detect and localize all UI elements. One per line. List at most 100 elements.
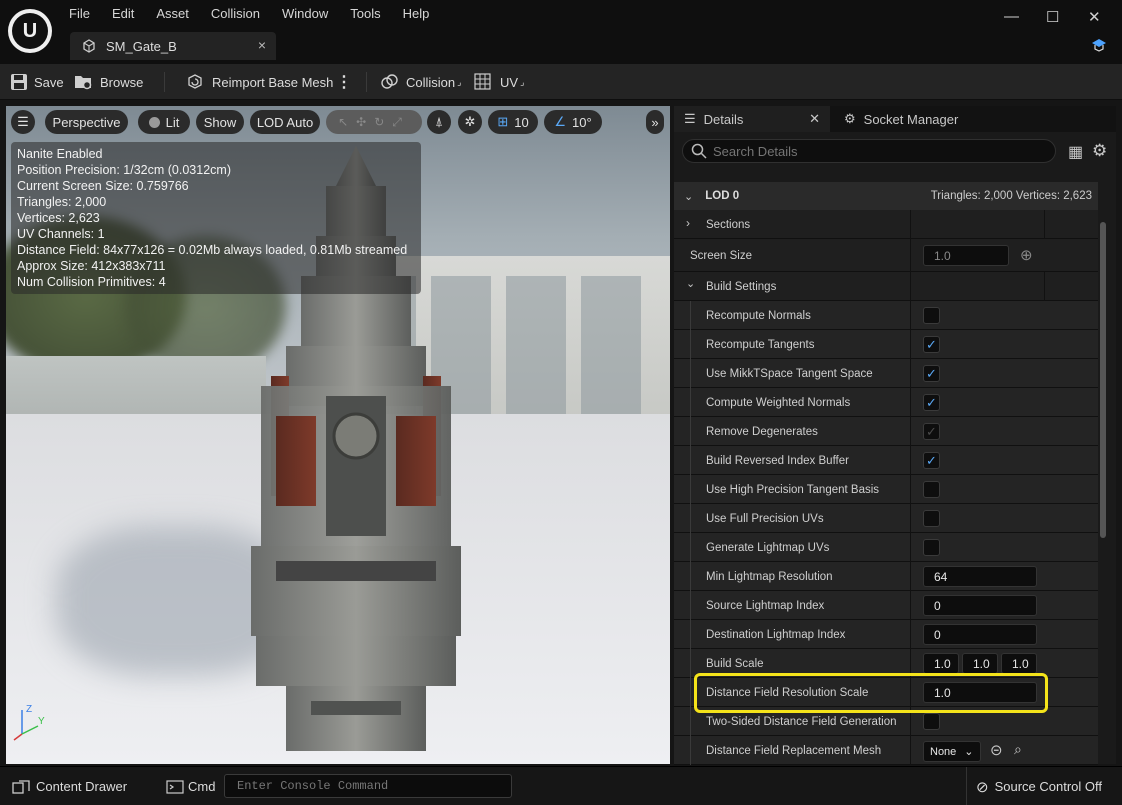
save-button[interactable]: Save — [10, 64, 64, 100]
build-flag-checkbox[interactable]: ✓ — [923, 423, 940, 440]
df-replacement-mesh-dropdown[interactable]: None ⌄ — [923, 741, 981, 762]
chevron-down-icon: ⌄ — [686, 278, 696, 290]
menu-edit[interactable]: Edit — [101, 6, 145, 21]
destination-lightmap-field[interactable]: 0 — [923, 624, 1037, 645]
build-flag-row: Use MikkTSpace Tangent Space ✓ — [674, 359, 1098, 388]
rotation-snap-button[interactable]: ∠ 10° — [544, 110, 602, 134]
reimport-label: Reimport Base Mesh — [212, 74, 334, 90]
mesh-stats-overlay: Nanite Enabled Position Precision: 1/32c… — [11, 142, 421, 294]
socket-icon: ⚙ — [844, 111, 856, 126]
maximize-button[interactable]: ☐ — [1046, 8, 1059, 26]
browse-asset-search-icon[interactable]: ⌕ — [1014, 741, 1022, 758]
menu-help[interactable]: Help — [392, 6, 441, 21]
show-button[interactable]: Show — [196, 110, 244, 134]
build-settings-row[interactable]: ⌄ Build Settings — [674, 272, 1098, 301]
tab-details[interactable]: ☰ Details ✕ — [674, 106, 830, 132]
lod-title: LOD 0 — [705, 190, 740, 202]
stat-line: Approx Size: 412x383x711 — [17, 259, 166, 273]
menu-asset[interactable]: Asset — [145, 6, 200, 21]
source-control-button[interactable]: ⊘ Source Control Off — [976, 767, 1102, 805]
lod-header[interactable]: ⌄ LOD 0 Triangles: 2,000 Vertices: 2,623 — [674, 182, 1098, 210]
collision-button[interactable]: Collision ⌟ — [380, 64, 461, 100]
build-scale-label: Build Scale — [706, 657, 764, 670]
df-resolution-scale-label: Distance Field Resolution Scale — [706, 686, 869, 699]
stat-line: Nanite Enabled — [17, 147, 103, 161]
screen-size-field[interactable]: 1.0 — [923, 245, 1009, 266]
cmd-button[interactable]: Cmd — [166, 767, 215, 805]
build-scale-x-field[interactable]: 1.0 — [923, 653, 959, 674]
df-resolution-scale-row: Distance Field Resolution Scale 1.0 — [674, 678, 1098, 707]
min-lightmap-field[interactable]: 64 — [923, 566, 1037, 587]
content-drawer-icon — [12, 779, 30, 794]
build-flag-row: Recompute Tangents ✓ — [674, 330, 1098, 359]
asset-tab[interactable]: SM_Gate_B × — [70, 32, 276, 60]
build-flag-checkbox[interactable]: ✓ — [923, 452, 940, 469]
mesh-viewport[interactable]: ☰ Perspective Lit Show LOD Auto ↖✣↻⤢ ⍋ ✲… — [6, 106, 670, 764]
build-flag-checkbox[interactable]: ✓ — [923, 365, 940, 382]
perspective-button[interactable]: Perspective — [45, 110, 128, 134]
grid-snap-button[interactable]: ⊞ 10 — [488, 110, 538, 134]
content-drawer-button[interactable]: Content Drawer — [12, 767, 127, 805]
search-input[interactable] — [713, 143, 1033, 159]
viewport-menu-button[interactable]: ☰ — [11, 110, 35, 134]
build-scale-z-field[interactable]: 1.0 — [1001, 653, 1037, 674]
transform-tools-group: ↖✣↻⤢ — [326, 110, 422, 134]
uv-button[interactable]: UV ⌟ — [474, 64, 524, 100]
use-selected-asset-icon[interactable]: ⊝ — [990, 741, 1003, 759]
source-lightmap-field[interactable]: 0 — [923, 595, 1037, 616]
source-lightmap-label: Source Lightmap Index — [706, 599, 825, 612]
surface-snap-icon: ⍋ — [435, 114, 443, 129]
details-scrollbar[interactable] — [1100, 222, 1106, 538]
reimport-button[interactable]: Reimport Base Mesh — [186, 64, 333, 100]
menu-file[interactable]: File — [58, 6, 101, 21]
editor-window: U File Edit Asset Collision Window Tools… — [0, 0, 1122, 805]
sections-row[interactable]: › Sections — [674, 210, 1098, 239]
table-view-icon[interactable]: ▦ — [1068, 142, 1083, 162]
world-local-button[interactable]: ✲ — [458, 110, 482, 134]
search-icon — [691, 143, 707, 159]
minimize-button[interactable]: — — [1004, 8, 1019, 25]
menu-tools[interactable]: Tools — [339, 6, 391, 21]
close-tab-icon[interactable]: ✕ — [809, 111, 820, 127]
build-flag-checkbox[interactable] — [923, 510, 940, 527]
two-sided-df-checkbox[interactable] — [923, 713, 940, 730]
df-resolution-scale-field[interactable]: 1.0 — [923, 682, 1037, 703]
build-scale-y-field[interactable]: 1.0 — [962, 653, 998, 674]
unreal-logo-icon[interactable]: U — [8, 9, 52, 53]
rotation-snap-value: 10° — [571, 114, 592, 130]
collision-icon — [381, 74, 398, 89]
df-replacement-mesh-value: None — [930, 745, 957, 758]
close-window-button[interactable]: ✕ — [1088, 8, 1101, 26]
menu-window[interactable]: Window — [271, 6, 339, 21]
save-icon — [11, 74, 27, 90]
build-flag-checkbox[interactable] — [923, 307, 940, 324]
console-input[interactable]: Enter Console Command — [224, 774, 512, 798]
min-lightmap-label: Min Lightmap Resolution — [706, 570, 833, 583]
build-flag-checkbox[interactable] — [923, 481, 940, 498]
add-lod-screen-size-icon[interactable]: ⊕ — [1020, 246, 1033, 264]
chevron-down-icon: ⌟ — [520, 76, 525, 87]
screen-size-row: Screen Size 1.0 ⊕ — [674, 239, 1098, 272]
close-tab-icon[interactable]: × — [258, 37, 266, 53]
build-flag-checkbox[interactable]: ✓ — [923, 336, 940, 353]
lit-mode-button[interactable]: Lit — [138, 110, 190, 134]
settings-gear-icon[interactable]: ⚙ — [1092, 141, 1107, 161]
tab-socket-manager[interactable]: ⚙ Socket Manager — [844, 106, 958, 132]
build-flag-row: Recompute Normals — [674, 301, 1098, 330]
search-details[interactable] — [682, 139, 1056, 163]
screen-size-label: Screen Size — [690, 249, 753, 262]
learning-cap-icon[interactable] — [1092, 38, 1106, 52]
svg-text:Z: Z — [26, 704, 32, 715]
lod-button[interactable]: LOD Auto — [250, 110, 320, 134]
build-flag-row: Remove Degenerates ✓ — [674, 417, 1098, 446]
build-flag-label: Use Full Precision UVs — [706, 512, 824, 525]
two-sided-df-label: Two-Sided Distance Field Generation — [706, 715, 897, 728]
build-flag-checkbox[interactable]: ✓ — [923, 394, 940, 411]
stat-line: Distance Field: 84x77x126 = 0.02Mb alway… — [17, 243, 408, 257]
more-options-icon[interactable]: ⋮ — [336, 64, 352, 100]
browse-button[interactable]: Browse — [74, 64, 143, 100]
expand-toolbar-button[interactable]: » — [646, 110, 664, 134]
camera-speed-button[interactable]: ⍋ — [427, 110, 451, 134]
menu-collision[interactable]: Collision — [200, 6, 271, 21]
build-flag-checkbox[interactable] — [923, 539, 940, 556]
